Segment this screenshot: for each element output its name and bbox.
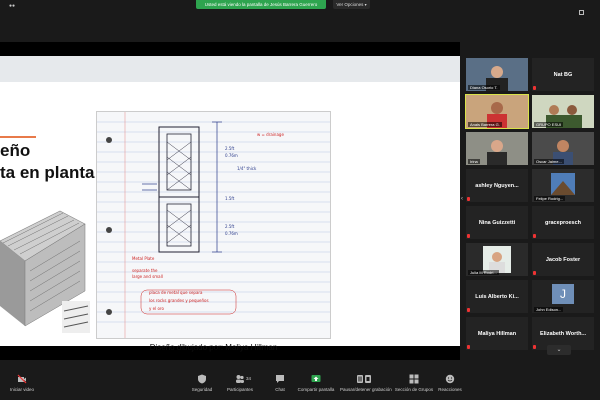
participant-name: Nat BG	[553, 71, 573, 78]
svg-text:Metal Plate: Metal Plate	[132, 256, 155, 261]
view-options-button[interactable]: Ver Opciones ▾	[333, 0, 370, 9]
grate-render-image	[0, 210, 90, 333]
svg-text:y el oro: y el oro	[149, 306, 164, 311]
share-screen-label: Compartir pantalla	[297, 387, 335, 392]
share-screen-button[interactable]: Compartir pantalla	[294, 374, 338, 398]
chevron-left-icon[interactable]: ‹	[461, 196, 465, 204]
participant-label: John Edison...	[534, 307, 564, 312]
smiley-icon	[445, 374, 455, 384]
slide-accent-rule	[0, 136, 36, 138]
participant-tile[interactable]: Felipe Rodrig...	[532, 169, 594, 202]
participant-name: ashley Nguyen...	[475, 182, 519, 189]
participants-label: Participantes	[226, 387, 253, 392]
info-icon[interactable]: ●●	[9, 3, 19, 9]
participant-tile[interactable]: J John Edison...	[532, 280, 594, 313]
share-screen-icon	[311, 375, 321, 382]
participant-name: Nina Guizzetti	[478, 219, 516, 226]
muted-mic-icon	[533, 345, 536, 349]
pause-stop-icon	[357, 375, 371, 383]
participant-label: Felipe Rodrig...	[534, 196, 566, 201]
participant-tile[interactable]: ashley Nguyen...	[466, 169, 528, 202]
muted-mic-icon	[533, 86, 536, 90]
muted-mic-icon	[467, 234, 470, 238]
view-options-label: Ver Opciones	[336, 2, 364, 7]
meeting-toolbar: Iniciar video Seguridad 34 Participantes…	[0, 372, 600, 400]
chevron-down-icon: ⌄	[556, 347, 562, 353]
participants-button[interactable]: 34 Participantes	[218, 374, 262, 398]
svg-text:0.76m: 0.76m	[225, 153, 238, 158]
participant-count: 34	[246, 376, 252, 381]
participant-tile[interactable]: Jacob Foster	[532, 243, 594, 276]
start-video-label: Iniciar video	[9, 387, 34, 392]
participant-tile-active-speaker[interactable]: Anais Barrera G.	[465, 94, 529, 129]
avatar: J	[552, 284, 574, 304]
muted-mic-icon	[533, 271, 536, 275]
participant-tile[interactable]: graceproesch	[532, 206, 594, 239]
start-video-button[interactable]: Iniciar video	[0, 374, 44, 398]
svg-text:placa de metal que separa: placa de metal que separa	[149, 290, 203, 295]
breakout-rooms-icon	[409, 374, 419, 384]
gallery-next-page-button[interactable]: ⌄	[547, 345, 571, 355]
svg-text:separate the: separate the	[132, 268, 158, 273]
reactions-button[interactable]: Reacciones	[428, 374, 472, 398]
chat-icon	[276, 375, 284, 383]
screen-share-banner: Usted está viendo la pantalla de Jesús B…	[196, 0, 326, 9]
participant-name: Maliya Hillman	[477, 330, 517, 337]
slide-header-band	[0, 56, 460, 82]
svg-text:0.76m: 0.76m	[225, 231, 238, 236]
svg-text:large and small: large and small	[132, 274, 163, 279]
muted-mic-icon	[467, 197, 470, 201]
participant-tile[interactable]: Maliya Hillman	[466, 317, 528, 350]
svg-text:2.5ft: 2.5ft	[225, 224, 235, 229]
participant-label: GRUPO ESUI	[534, 122, 564, 127]
svg-text:los rocks grandes y pequeños: los rocks grandes y pequeños	[149, 298, 209, 303]
participant-tile[interactable]: Julia M Rodri...	[466, 243, 528, 276]
participant-label: Anais Barrera G.	[468, 122, 502, 127]
participant-tile[interactable]: Nina Guizzetti	[466, 206, 528, 239]
participant-tile[interactable]: Luis Alberto Ki...	[466, 280, 528, 313]
participant-label: Julia M Rodri...	[468, 270, 499, 275]
reactions-label: Reacciones	[438, 387, 462, 392]
slide-title: eño ta en planta	[0, 140, 95, 184]
participant-label: Irina	[468, 159, 480, 164]
slide-title-line2: ta en planta	[0, 163, 95, 182]
participant-name: graceproesch	[544, 219, 582, 226]
top-bar: ●● Usted está viendo la pantalla de Jesú…	[0, 0, 600, 15]
participant-label: Oscar Jaime...	[534, 159, 564, 164]
participant-tile[interactable]: Oscar Jaime...	[532, 132, 594, 165]
muted-mic-icon	[533, 234, 536, 238]
svg-text:1/4" thick: 1/4" thick	[237, 166, 257, 171]
pause-recording-label: Pausar/detener grabación	[340, 387, 392, 392]
svg-text:w = drainage: w = drainage	[257, 132, 284, 137]
muted-mic-icon	[467, 308, 470, 312]
pause-stop-recording-button[interactable]: Pausar/detener grabación	[340, 374, 392, 398]
participant-tile[interactable]: GRUPO ESUI	[532, 95, 594, 128]
participant-tile[interactable]: Nat BG	[532, 58, 594, 91]
svg-text:2.5ft: 2.5ft	[225, 146, 235, 151]
participant-name: Jacob Foster	[545, 256, 581, 263]
fullscreen-icon[interactable]	[578, 2, 592, 15]
participant-label: Diana Osorio T.	[468, 85, 500, 90]
slide-caption: Diseño dibujado por: Maliya Hillman	[149, 343, 278, 352]
chevron-down-icon: ▾	[364, 2, 367, 7]
participant-gallery: Diana Osorio T. Nat BG Anais Barrera G. …	[465, 58, 594, 358]
participants-icon	[236, 375, 244, 383]
participant-tile[interactable]: Irina	[466, 132, 528, 165]
participant-name: Luis Alberto Ki...	[475, 293, 519, 300]
shared-screen: eño ta en planta 2.5ft 0.76m 1.5ft 2.5ft…	[0, 42, 460, 360]
muted-mic-icon	[467, 345, 470, 349]
svg-text:1.5ft: 1.5ft	[225, 196, 235, 201]
participant-tile[interactable]: Diana Osorio T.	[466, 58, 528, 91]
shield-icon	[198, 374, 206, 384]
slide-title-line1: eño	[0, 141, 31, 160]
notebook-sketch-image: 2.5ft 0.76m 1.5ft 2.5ft 0.76m 1/4" thick w …	[96, 111, 331, 339]
presentation-slide: eño ta en planta 2.5ft 0.76m 1.5ft 2.5ft…	[0, 56, 460, 352]
video-off-icon	[17, 374, 27, 384]
